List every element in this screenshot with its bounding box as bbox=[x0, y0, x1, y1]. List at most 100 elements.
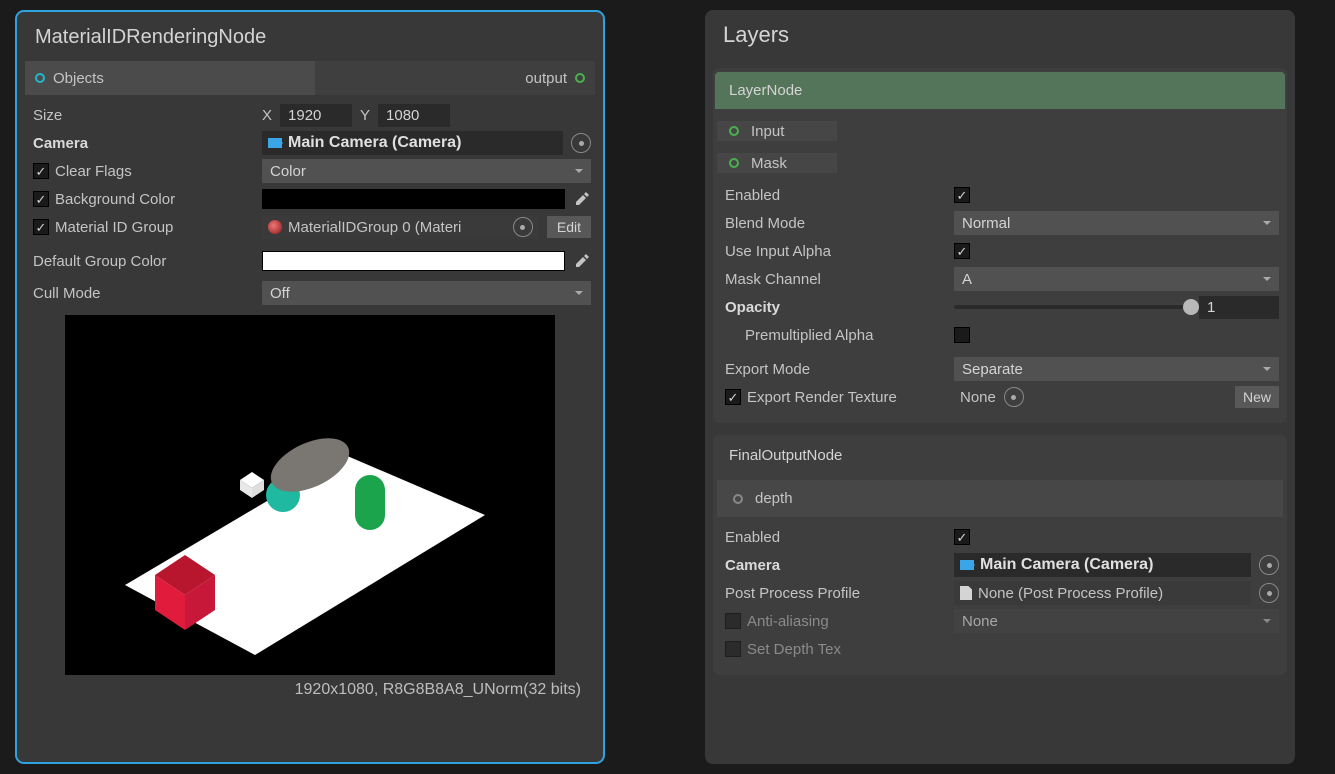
eyedropper-icon[interactable] bbox=[573, 252, 591, 270]
clear-flags-checkbox[interactable] bbox=[33, 163, 49, 179]
export-mode-value: Separate bbox=[962, 361, 1023, 378]
object-picker-button[interactable] bbox=[513, 217, 533, 237]
port-label: Objects bbox=[53, 70, 104, 87]
camera-icon bbox=[268, 138, 282, 148]
final-output-node: FinalOutputNode depth Enabled Camera Mai… bbox=[713, 435, 1287, 675]
matid-field[interactable]: MaterialIDGroup 0 (Materi bbox=[262, 215, 539, 239]
bg-color-swatch[interactable] bbox=[262, 189, 565, 209]
output-port[interactable]: output bbox=[515, 70, 595, 87]
set-depth-tex-label: Set Depth Tex bbox=[747, 641, 841, 658]
camera-field[interactable]: Main Camera (Camera) bbox=[954, 553, 1251, 577]
object-picker-button[interactable] bbox=[571, 133, 591, 153]
blend-mode-value: Normal bbox=[962, 215, 1010, 232]
camera-value: Main Camera (Camera) bbox=[288, 134, 461, 152]
cull-mode-dropdown[interactable]: Off bbox=[262, 281, 591, 305]
premultiplied-alpha-checkbox[interactable] bbox=[954, 327, 970, 343]
mask-channel-value: A bbox=[962, 271, 972, 288]
camera-label: Camera bbox=[721, 557, 946, 574]
camera-value: Main Camera (Camera) bbox=[980, 556, 1153, 574]
input-port-objects[interactable]: Objects bbox=[25, 61, 315, 95]
new-button[interactable]: New bbox=[1235, 386, 1279, 408]
enabled-label: Enabled bbox=[721, 529, 946, 546]
document-icon bbox=[960, 586, 972, 600]
opacity-label: Opacity bbox=[721, 299, 946, 316]
mask-channel-dropdown[interactable]: A bbox=[954, 267, 1279, 291]
size-y-input[interactable] bbox=[378, 104, 450, 127]
use-input-alpha-label: Use Input Alpha bbox=[721, 243, 946, 260]
port-icon bbox=[733, 494, 743, 504]
input-port[interactable]: Input bbox=[717, 121, 837, 141]
opacity-value[interactable]: 1 bbox=[1199, 296, 1279, 319]
anti-aliasing-checkbox bbox=[725, 613, 741, 629]
bg-color-checkbox[interactable] bbox=[33, 191, 49, 207]
object-picker-button[interactable] bbox=[1259, 583, 1279, 603]
camera-field[interactable]: Main Camera (Camera) bbox=[262, 131, 563, 155]
object-picker-button[interactable] bbox=[1004, 387, 1024, 407]
size-x-label: X bbox=[262, 107, 272, 124]
clear-flags-label: Clear Flags bbox=[55, 163, 132, 180]
port-icon bbox=[575, 73, 585, 83]
material-icon bbox=[268, 220, 282, 234]
port-icon bbox=[729, 158, 739, 168]
matid-checkbox[interactable] bbox=[33, 219, 49, 235]
premultiplied-alpha-label: Premultiplied Alpha bbox=[721, 327, 946, 344]
default-group-color-label: Default Group Color bbox=[29, 253, 254, 270]
port-icon bbox=[35, 73, 45, 83]
port-label: Input bbox=[751, 123, 784, 140]
enabled-checkbox[interactable] bbox=[954, 187, 970, 203]
depth-port[interactable]: depth bbox=[717, 480, 1283, 517]
matid-label: Material ID Group bbox=[55, 219, 173, 236]
cull-mode-label: Cull Mode bbox=[29, 285, 254, 302]
material-id-rendering-node-panel: MaterialIDRenderingNode Objects output S… bbox=[15, 10, 605, 764]
camera-label: Camera bbox=[29, 135, 254, 152]
object-picker-button[interactable] bbox=[1259, 555, 1279, 575]
panel-title: Layers bbox=[709, 14, 1291, 66]
final-output-header[interactable]: FinalOutputNode bbox=[713, 435, 1287, 476]
anti-aliasing-dropdown: None bbox=[954, 609, 1279, 633]
use-input-alpha-checkbox[interactable] bbox=[954, 243, 970, 259]
port-icon bbox=[729, 126, 739, 136]
layers-panel: Layers LayerNode Input Mask Enabled Blen… bbox=[705, 10, 1295, 764]
panel-title: MaterialIDRenderingNode bbox=[21, 16, 599, 61]
post-process-profile-label: Post Process Profile bbox=[721, 585, 946, 602]
eyedropper-icon[interactable] bbox=[573, 190, 591, 208]
layer-node: LayerNode Input Mask Enabled Blend Mode … bbox=[713, 68, 1287, 423]
edit-button[interactable]: Edit bbox=[547, 216, 591, 238]
size-label: Size bbox=[29, 107, 254, 124]
enabled-checkbox[interactable] bbox=[954, 529, 970, 545]
export-render-texture-field[interactable]: None bbox=[954, 385, 1227, 409]
post-process-profile-field[interactable]: None (Post Process Profile) bbox=[954, 581, 1251, 605]
mask-channel-label: Mask Channel bbox=[721, 271, 946, 288]
export-mode-label: Export Mode bbox=[721, 361, 946, 378]
blend-mode-dropdown[interactable]: Normal bbox=[954, 211, 1279, 235]
layer-node-header[interactable]: LayerNode bbox=[715, 72, 1285, 109]
export-render-texture-label: Export Render Texture bbox=[747, 389, 897, 406]
port-label: depth bbox=[755, 490, 793, 507]
bg-color-label: Background Color bbox=[55, 191, 175, 208]
camera-icon bbox=[960, 560, 974, 570]
default-group-color-swatch[interactable] bbox=[262, 251, 565, 271]
clear-flags-value: Color bbox=[270, 163, 306, 180]
anti-aliasing-value: None bbox=[962, 613, 998, 630]
slider-thumb[interactable] bbox=[1183, 299, 1199, 315]
mask-port[interactable]: Mask bbox=[717, 153, 837, 173]
enabled-label: Enabled bbox=[721, 187, 946, 204]
export-mode-dropdown[interactable]: Separate bbox=[954, 357, 1279, 381]
preview-caption: 1920x1080, R8G8B8A8_UNorm(32 bits) bbox=[295, 675, 591, 701]
cull-mode-value: Off bbox=[270, 285, 290, 302]
port-label: Mask bbox=[751, 155, 787, 172]
opacity-slider[interactable] bbox=[954, 305, 1191, 309]
size-x-input[interactable] bbox=[280, 104, 352, 127]
post-process-profile-value: None (Post Process Profile) bbox=[978, 585, 1163, 602]
blend-mode-label: Blend Mode bbox=[721, 215, 946, 232]
clear-flags-dropdown[interactable]: Color bbox=[262, 159, 591, 183]
render-preview bbox=[65, 315, 555, 675]
port-label: output bbox=[525, 70, 567, 87]
ports-row: Objects output bbox=[25, 61, 595, 95]
set-depth-tex-checkbox bbox=[725, 641, 741, 657]
size-y-label: Y bbox=[360, 107, 370, 124]
export-render-texture-checkbox[interactable] bbox=[725, 389, 741, 405]
export-render-texture-value: None bbox=[960, 389, 996, 406]
matid-value: MaterialIDGroup 0 (Materi bbox=[288, 219, 461, 236]
anti-aliasing-label: Anti-aliasing bbox=[747, 613, 829, 630]
